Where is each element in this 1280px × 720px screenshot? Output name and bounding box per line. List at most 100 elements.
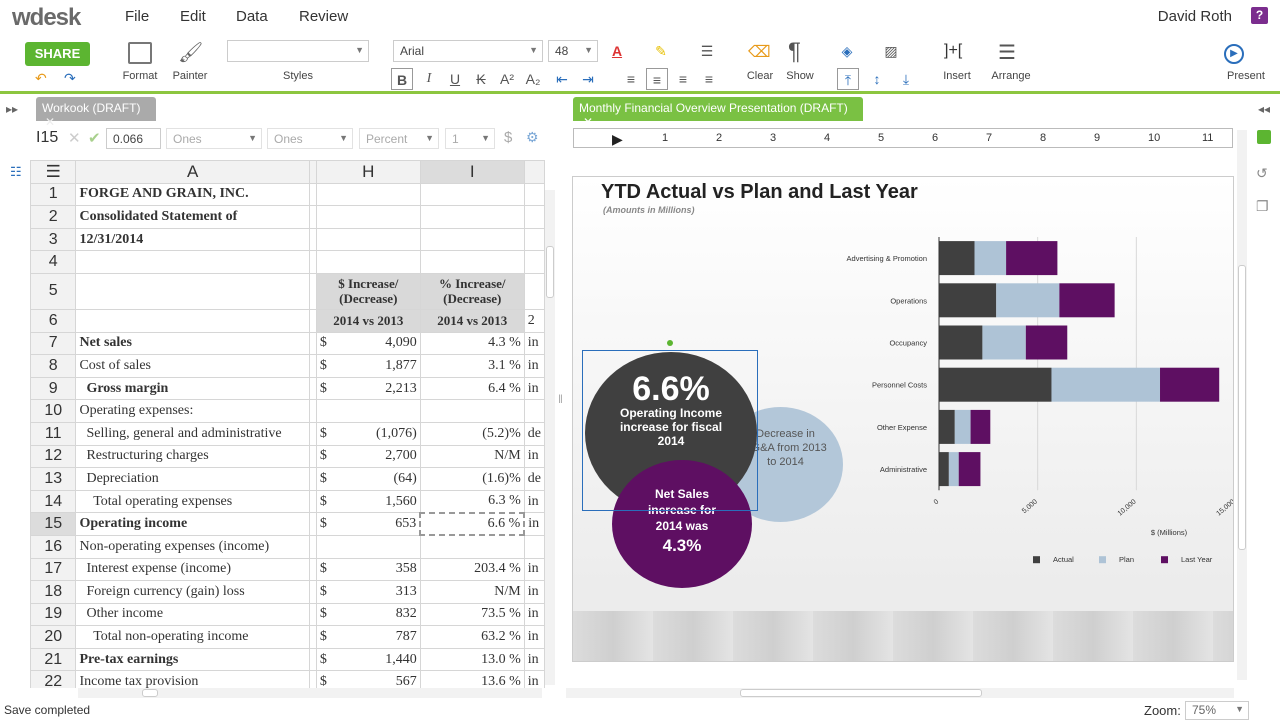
painter-label[interactable]: Painter — [168, 70, 212, 82]
workbook-tab[interactable]: Workook (DRAFT) ✕ — [36, 97, 156, 129]
grid-cell[interactable]: in — [523, 489, 545, 514]
slide-title[interactable]: YTD Actual vs Plan and Last Year — [601, 181, 918, 204]
grid-cell[interactable]: Total operating expenses — [75, 489, 310, 514]
row-header[interactable]: 18 — [30, 580, 77, 604]
grid-cell[interactable]: $ — [315, 557, 337, 582]
grid-cell[interactable] — [523, 272, 545, 310]
grid-cell[interactable]: 2,213 — [336, 376, 421, 401]
grid-cell[interactable]: 832 — [336, 602, 421, 627]
outdent-icon[interactable]: ⇤ — [551, 68, 573, 90]
grid-cell[interactable]: 6.3 % — [419, 489, 525, 514]
grid-cell[interactable]: $ — [315, 376, 337, 401]
grid-cell[interactable]: $ — [315, 421, 337, 446]
grid-cell[interactable]: 358 — [336, 557, 421, 582]
bar-actual[interactable] — [939, 409, 955, 444]
bar-plan[interactable] — [1051, 367, 1161, 402]
grid-cell[interactable]: 63.2 % — [419, 625, 525, 649]
row-header[interactable]: 17 — [30, 557, 77, 582]
bar-last-year[interactable] — [1025, 325, 1068, 360]
grid-cell[interactable]: 73.5 % — [419, 602, 525, 627]
grid-scroll-thumb[interactable] — [546, 246, 554, 298]
grid-cell[interactable]: 2 — [523, 308, 545, 333]
grid-cell[interactable] — [75, 308, 310, 333]
bar-plan[interactable] — [982, 325, 1026, 360]
help-icon[interactable]: ? — [1251, 7, 1268, 24]
copy-icon[interactable]: ❐ — [1256, 198, 1269, 215]
grid-cell[interactable]: in — [523, 512, 545, 536]
grid-cell[interactable] — [419, 182, 525, 207]
grid-cell[interactable]: in — [523, 376, 545, 401]
slide-hscroll-thumb[interactable] — [740, 689, 982, 697]
undo-icon[interactable]: ↶ — [35, 70, 47, 87]
row-header[interactable]: 22 — [30, 670, 77, 688]
valign-top-icon[interactable]: ⤒ — [837, 68, 859, 90]
grid-cell[interactable]: $ — [315, 467, 337, 491]
selection-box[interactable] — [582, 350, 758, 511]
grid-cell[interactable]: 12/31/2014 — [75, 227, 310, 252]
bar-last-year[interactable] — [970, 409, 991, 444]
confirm-edit-icon[interactable]: ✔ — [88, 129, 101, 147]
grid-cell[interactable]: % Increase/ (Decrease) — [419, 272, 525, 310]
grid-cell[interactable] — [75, 250, 310, 274]
grid-cell[interactable]: Foreign currency (gain) loss — [75, 580, 310, 604]
grid-cell[interactable]: $ — [315, 602, 337, 627]
row-header[interactable]: 12 — [30, 444, 77, 469]
type-dropdown[interactable]: Percent ▼ — [359, 128, 439, 149]
grid-cell[interactable]: (1.6)% — [419, 467, 525, 491]
grid-cell[interactable]: 1,877 — [336, 354, 421, 378]
grid-cell[interactable]: in — [523, 354, 545, 378]
menu-file[interactable]: File — [125, 8, 149, 25]
grid-cell[interactable] — [336, 182, 421, 207]
bar-plan[interactable] — [954, 409, 971, 444]
grid-cell[interactable]: in — [523, 625, 545, 649]
strikethrough-button[interactable]: K — [470, 68, 492, 90]
row-header[interactable]: 3 — [30, 227, 77, 252]
scale-dropdown[interactable]: Ones ▼ — [267, 128, 353, 149]
grid-cell[interactable]: de — [523, 467, 545, 491]
insert-icon[interactable]: ]+[ — [944, 42, 962, 60]
styles-dropdown[interactable]: ▼ — [227, 40, 369, 62]
user-name[interactable]: David Roth — [1158, 8, 1232, 25]
row-header[interactable]: 19 — [30, 602, 77, 627]
settings-icon[interactable]: ⚙ — [526, 129, 539, 146]
grid-cell[interactable] — [523, 227, 545, 252]
column-header-a[interactable]: A — [75, 160, 310, 184]
grid-cell[interactable]: 313 — [336, 580, 421, 604]
bar-actual[interactable] — [939, 241, 975, 276]
grid-cell[interactable]: in — [523, 580, 545, 604]
grid-cell[interactable]: Income tax provision — [75, 670, 310, 688]
grid-cell[interactable] — [336, 205, 421, 229]
grid-cell[interactable]: Selling, general and administrative — [75, 421, 310, 446]
row-header[interactable]: 8 — [30, 354, 77, 378]
row-header[interactable]: 11 — [30, 421, 77, 446]
grid-cell[interactable]: 203.4 % — [419, 557, 525, 582]
grid-cell[interactable]: in — [523, 670, 545, 688]
grid-hscroll-thumb[interactable] — [142, 689, 158, 697]
grid-cell[interactable] — [419, 250, 525, 274]
grid-cell[interactable] — [315, 399, 337, 423]
row-header[interactable]: 5 — [30, 272, 77, 310]
grid-cell[interactable]: 787 — [336, 625, 421, 649]
grid-cell[interactable]: 2,700 — [336, 444, 421, 469]
spreadsheet-grid[interactable]: ☰ A H I 1 FORGE AND GRAIN, INC. 2 Consolida… — [30, 160, 545, 688]
bar-last-year[interactable] — [958, 452, 981, 487]
underline-button[interactable]: U — [444, 68, 466, 90]
grid-cell[interactable] — [315, 250, 337, 274]
indent-icon[interactable]: ⇥ — [577, 68, 599, 90]
grid-cell[interactable]: Consolidated Statement of — [75, 205, 310, 229]
insert-label[interactable]: Insert — [936, 70, 978, 82]
row-header[interactable]: 2 — [30, 205, 77, 229]
grid-cell[interactable]: in — [523, 557, 545, 582]
grid-cell[interactable]: in — [523, 331, 545, 356]
grid-cell[interactable]: $ — [315, 512, 337, 536]
grid-cell[interactable]: $ Increase/ (Decrease) — [315, 272, 421, 310]
grid-cell[interactable]: (5.2)% — [419, 421, 525, 446]
grid-cell[interactable]: 3.1 % — [419, 354, 525, 378]
grid-cell[interactable]: Restructuring charges — [75, 444, 310, 469]
bar-last-year[interactable] — [1059, 283, 1115, 318]
bar-plan[interactable] — [974, 241, 1007, 276]
grid-cell[interactable] — [523, 534, 545, 559]
grid-cell[interactable]: in — [523, 647, 545, 672]
row-header[interactable]: 16 — [30, 534, 77, 559]
superscript-button[interactable]: A² — [496, 68, 518, 90]
